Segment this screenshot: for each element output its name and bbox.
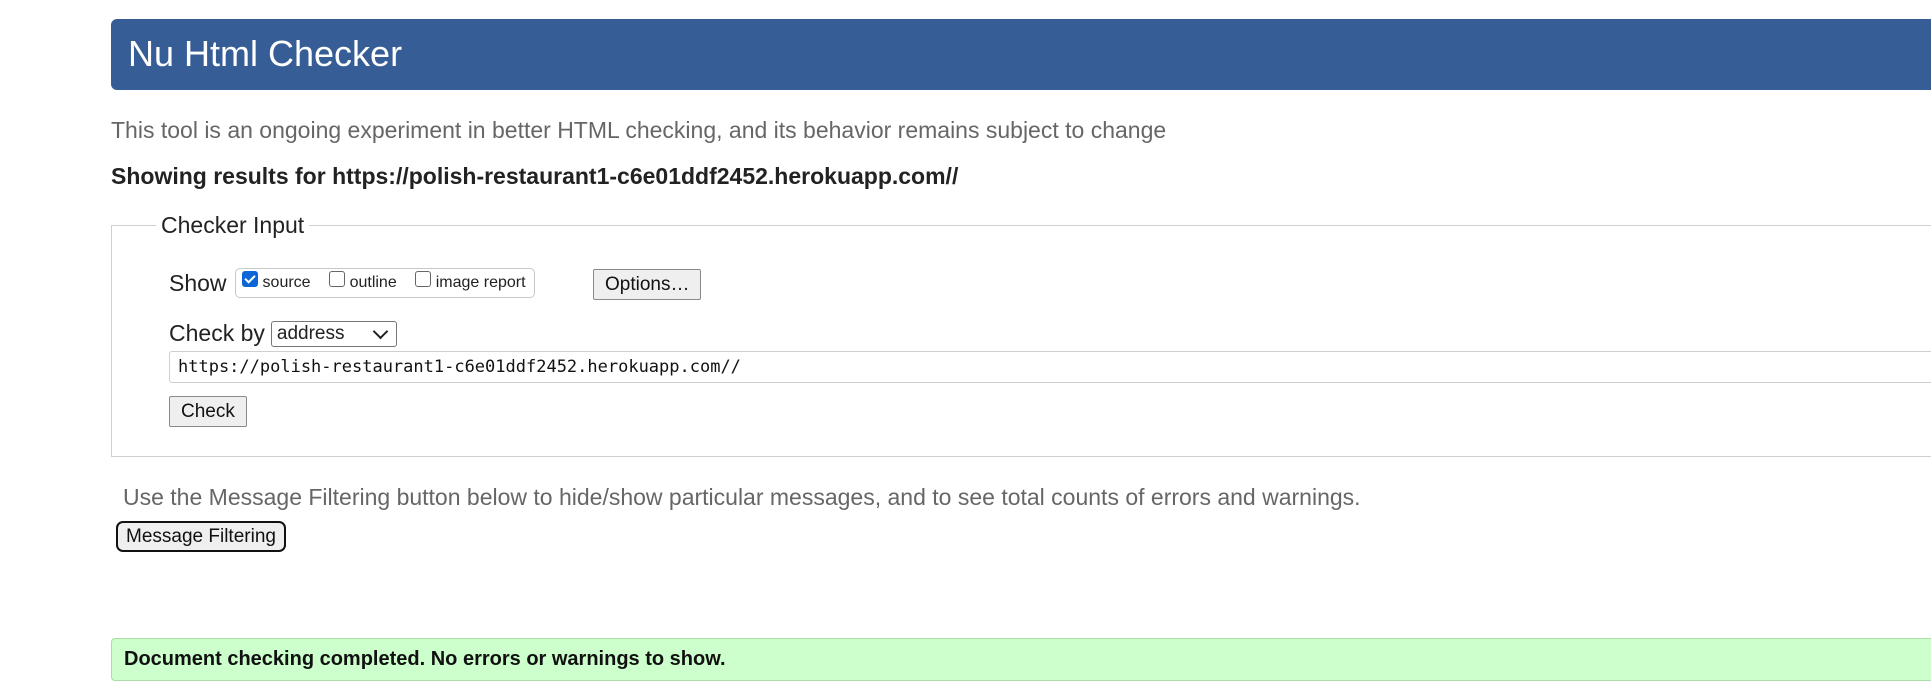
check-by-label: Check by — [169, 320, 265, 346]
page-header: Nu Html Checker — [111, 19, 1931, 90]
show-source-option[interactable]: source — [241, 271, 311, 292]
image-report-label: image report — [435, 274, 526, 291]
status-message: Document checking completed. No errors o… — [124, 648, 726, 670]
message-filtering-button[interactable]: Message Filtering — [116, 521, 286, 552]
chevron-down-icon — [372, 323, 389, 339]
source-checkbox[interactable] — [241, 271, 258, 287]
check-by-select[interactable]: address — [270, 320, 397, 347]
page-title: Nu Html Checker — [128, 33, 403, 74]
check-button[interactable]: Check — [169, 396, 247, 427]
intro-text: This tool is an ongoing experiment in be… — [111, 117, 1167, 143]
filter-note: Use the Message Filtering button below t… — [123, 484, 1361, 510]
address-input-value: https://polish-restaurant1-c6e01ddf2452.… — [178, 357, 741, 377]
image-report-checkbox[interactable] — [414, 271, 431, 287]
results-heading: Showing results for https://polish-resta… — [111, 163, 959, 189]
source-label: source — [262, 274, 311, 291]
show-options-row: Show source outline image report — [169, 268, 535, 298]
show-label: Show — [169, 269, 227, 296]
show-image-report-option[interactable]: image report — [414, 271, 526, 292]
address-input[interactable]: https://polish-restaurant1-c6e01ddf2452.… — [169, 351, 1931, 383]
outline-checkbox[interactable] — [328, 271, 345, 287]
status-success-banner: Document checking completed. No errors o… — [111, 638, 1931, 681]
check-by-row: Check by address — [169, 320, 397, 347]
show-outline-option[interactable]: outline — [328, 271, 397, 292]
outline-label: outline — [349, 274, 397, 291]
checker-input-legend: Checker Input — [161, 212, 305, 238]
check-by-value: address — [276, 322, 345, 344]
show-options-group: source outline image report — [234, 268, 535, 298]
options-button[interactable]: Options… — [593, 269, 702, 300]
